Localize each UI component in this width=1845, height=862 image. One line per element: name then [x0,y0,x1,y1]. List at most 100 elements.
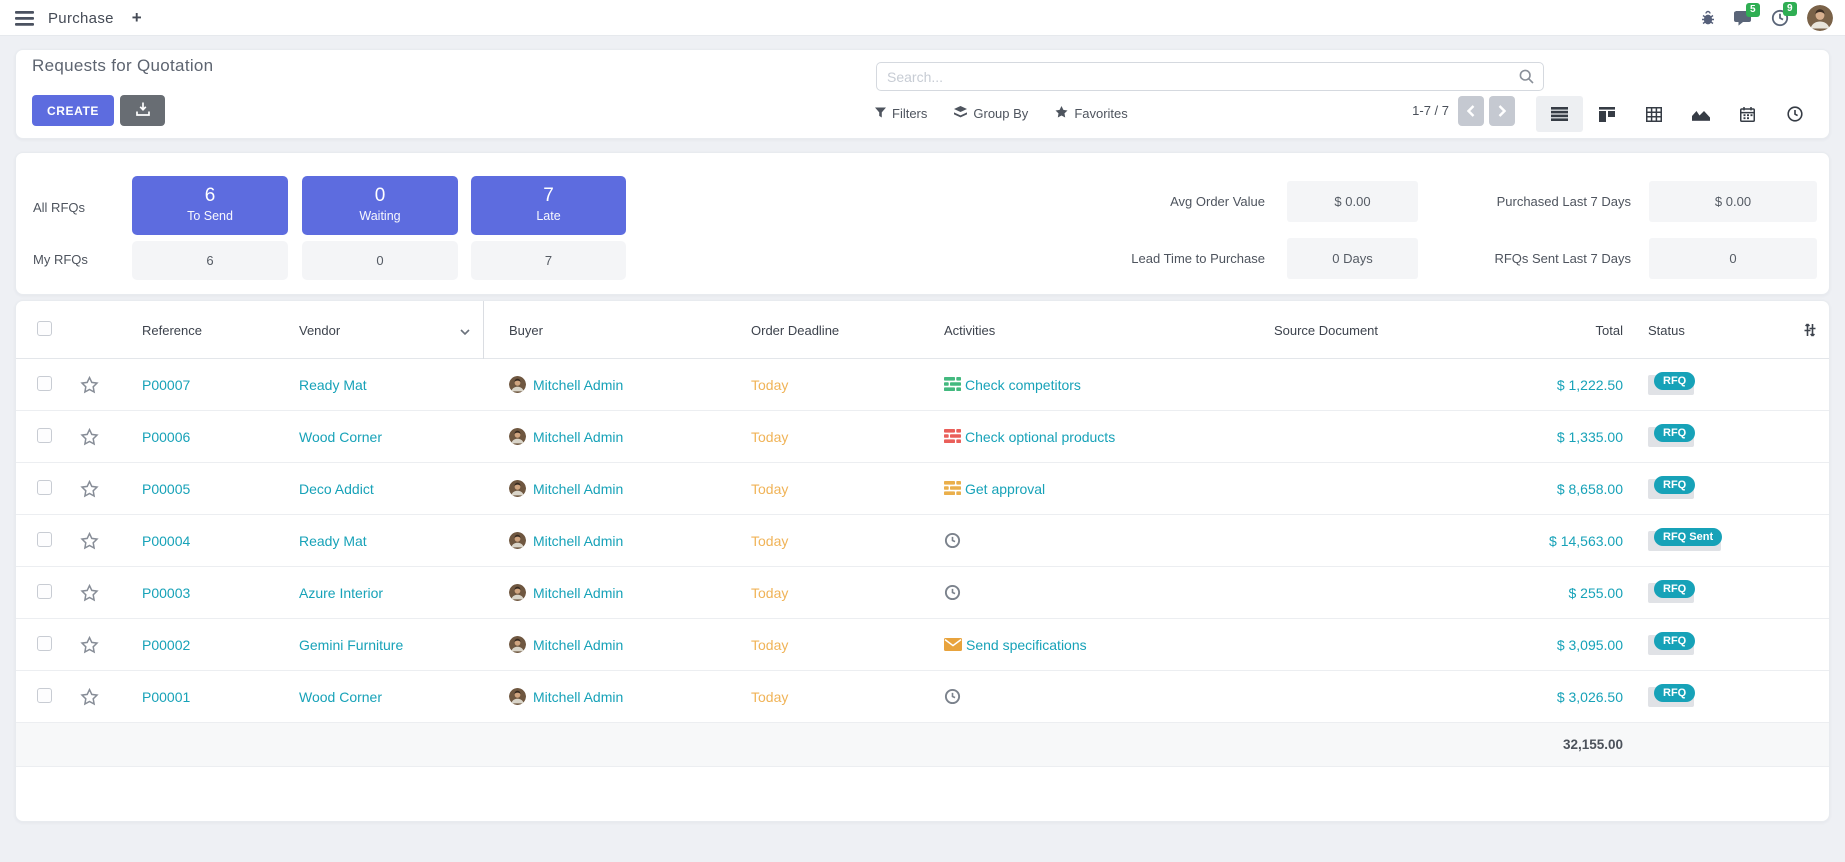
buyer-link[interactable]: Mitchell Admin [533,377,623,393]
vendor-link[interactable]: Wood Corner [299,429,382,445]
calendar-view-icon[interactable] [1724,96,1771,132]
favorite-star-icon[interactable] [67,584,111,602]
kpi-card-late[interactable]: 7 Late [471,176,626,235]
activity-cell[interactable] [944,532,1176,549]
table-row[interactable]: P00001 Wood Corner Mitchell Admin Today … [16,671,1829,723]
debug-bug-icon[interactable] [1700,10,1716,26]
group-by-button[interactable]: Group By [954,106,1028,121]
export-button[interactable] [120,95,165,126]
table-row[interactable]: P00005 Deco Addict Mitchell Admin Today … [16,463,1829,515]
reference-link[interactable]: P00007 [142,377,190,393]
favorites-button[interactable]: Favorites [1055,106,1127,121]
activity-cell[interactable]: Get approval [944,481,1176,497]
kpi-card-waiting[interactable]: 0 Waiting [302,176,458,235]
favorite-star-icon[interactable] [67,532,111,550]
filters-button[interactable]: Filters [875,106,927,121]
my-rfqs-to-send[interactable]: 6 [132,241,288,280]
activity-view-icon[interactable] [1771,96,1818,132]
activity-cell[interactable] [944,584,1176,601]
chevron-down-icon[interactable] [460,323,470,338]
row-checkbox[interactable] [37,480,52,495]
vendor-link[interactable]: Ready Mat [299,533,367,549]
app-name[interactable]: Purchase [48,10,114,27]
header-order-deadline[interactable]: Order Deadline [731,323,944,338]
buyer-link[interactable]: Mitchell Admin [533,689,623,705]
header-total[interactable]: Total [1476,323,1628,338]
favorite-star-icon[interactable] [67,376,111,394]
table-row[interactable]: P00006 Wood Corner Mitchell Admin Today … [16,411,1829,463]
buyer-link[interactable]: Mitchell Admin [533,429,623,445]
buyer-cell[interactable]: Mitchell Admin [484,376,731,393]
activity-cell[interactable]: Check optional products [944,429,1176,445]
kpi-card-to-send[interactable]: 6 To Send [132,176,288,235]
vendor-link[interactable]: Wood Corner [299,689,382,705]
activity-cell[interactable] [944,688,1176,705]
new-tab-plus-icon[interactable]: + [128,8,146,28]
favorite-star-icon[interactable] [67,688,111,706]
vendor-link[interactable]: Deco Addict [299,481,374,497]
buyer-cell[interactable]: Mitchell Admin [484,532,731,549]
favorite-star-icon[interactable] [67,480,111,498]
buyer-link[interactable]: Mitchell Admin [533,585,623,601]
header-buyer[interactable]: Buyer [484,323,731,338]
vendor-link[interactable]: Ready Mat [299,377,367,393]
buyer-cell[interactable]: Mitchell Admin [484,584,731,601]
reference-link[interactable]: P00002 [142,637,190,653]
vendor-link[interactable]: Gemini Furniture [299,637,403,653]
row-checkbox[interactable] [37,428,52,443]
my-rfqs-waiting[interactable]: 0 [302,241,458,280]
apps-menu-icon[interactable] [15,11,34,26]
row-checkbox[interactable] [37,688,52,703]
activities-clock-icon[interactable]: 9 [1771,9,1789,27]
lead-time-value: 0 Days [1287,238,1418,279]
activity-summary-link[interactable]: Check competitors [965,377,1081,393]
buyer-link[interactable]: Mitchell Admin [533,637,623,653]
buyer-cell[interactable]: Mitchell Admin [484,688,731,705]
create-button[interactable]: CREATE [32,95,114,126]
activity-cell[interactable]: Check competitors [944,377,1176,393]
table-row[interactable]: P00004 Ready Mat Mitchell Admin Today $ … [16,515,1829,567]
pager-next-button[interactable] [1489,96,1515,126]
activity-cell[interactable]: Send specifications [944,637,1176,653]
buyer-cell[interactable]: Mitchell Admin [484,636,731,653]
my-rfqs-late[interactable]: 7 [471,241,626,280]
messages-icon[interactable]: 5 [1734,10,1753,27]
favorite-star-icon[interactable] [67,636,111,654]
table-row[interactable]: P00003 Azure Interior Mitchell Admin Tod… [16,567,1829,619]
header-vendor[interactable]: Vendor [268,301,484,359]
vendor-link[interactable]: Azure Interior [299,585,383,601]
row-checkbox[interactable] [37,584,52,599]
activity-summary-link[interactable]: Send specifications [966,637,1087,653]
buyer-cell[interactable]: Mitchell Admin [484,428,731,445]
adjust-columns-icon[interactable] [1788,323,1830,337]
search-input[interactable] [877,69,1519,85]
favorite-star-icon[interactable] [67,428,111,446]
table-row[interactable]: P00002 Gemini Furniture Mitchell Admin T… [16,619,1829,671]
buyer-cell[interactable]: Mitchell Admin [484,480,731,497]
row-checkbox[interactable] [37,376,52,391]
buyer-link[interactable]: Mitchell Admin [533,481,623,497]
header-reference[interactable]: Reference [111,323,268,338]
table-row[interactable]: P00007 Ready Mat Mitchell Admin Today Ch… [16,359,1829,411]
select-all-checkbox[interactable] [37,321,52,336]
pager-previous-button[interactable] [1458,96,1484,126]
header-source-document[interactable]: Source Document [1176,323,1476,338]
graph-view-icon[interactable] [1677,96,1724,132]
user-avatar[interactable] [1807,5,1833,31]
reference-link[interactable]: P00005 [142,481,190,497]
reference-link[interactable]: P00006 [142,429,190,445]
reference-link[interactable]: P00001 [142,689,190,705]
row-checkbox[interactable] [37,532,52,547]
row-checkbox[interactable] [37,636,52,651]
activity-summary-link[interactable]: Get approval [965,481,1045,497]
activity-summary-link[interactable]: Check optional products [965,429,1115,445]
pivot-view-icon[interactable] [1630,96,1677,132]
list-view-icon[interactable] [1536,96,1583,132]
search-icon[interactable] [1519,69,1534,84]
kanban-view-icon[interactable] [1583,96,1630,132]
reference-link[interactable]: P00003 [142,585,190,601]
buyer-link[interactable]: Mitchell Admin [533,533,623,549]
header-status[interactable]: Status [1628,323,1788,338]
reference-link[interactable]: P00004 [142,533,190,549]
header-activities[interactable]: Activities [944,323,1176,338]
